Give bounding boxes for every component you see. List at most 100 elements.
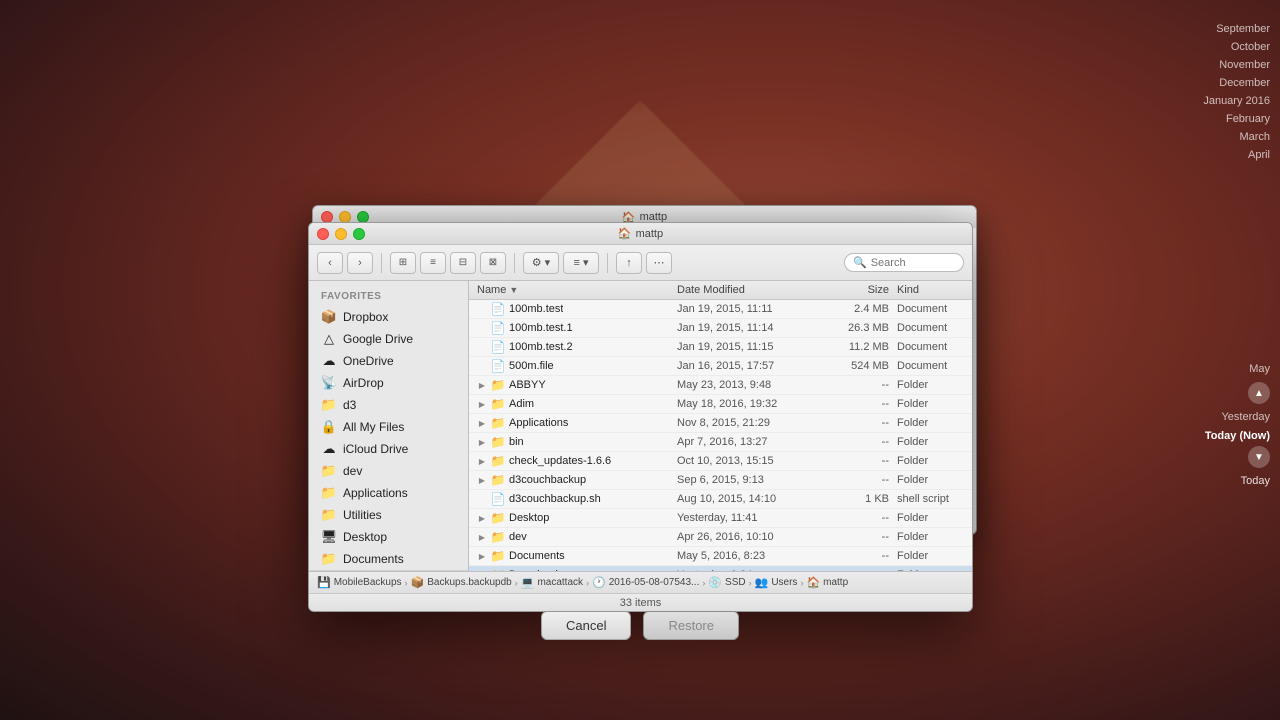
expand-triangle[interactable]: ▶ (477, 570, 487, 571)
path-item[interactable]: 💾MobileBackups (317, 576, 402, 589)
table-row[interactable]: ▶ 📁 Adim May 18, 2016, 19:32 -- Folder (469, 395, 972, 414)
share-button[interactable]: ↑ (616, 252, 642, 274)
expand-triangle[interactable]: ▶ (477, 551, 487, 561)
table-row[interactable]: 📄 100mb.test.2 Jan 19, 2015, 11:15 11.2 … (469, 338, 972, 357)
table-row[interactable]: ▶ 📁 Desktop Yesterday, 11:41 -- Folder (469, 509, 972, 528)
file-name-cell: 📄 500m.file (477, 359, 677, 373)
table-row[interactable]: ▶ 📁 Downloads Yesterday, 9:34 -- Folder (469, 566, 972, 571)
table-row[interactable]: 📄 500m.file Jan 16, 2015, 17:57 524 MB D… (469, 357, 972, 376)
expand-triangle[interactable]: ▶ (477, 456, 487, 466)
path-item[interactable]: 🏠mattp (806, 576, 848, 589)
file-icon: 📁 (491, 568, 505, 571)
path-item[interactable]: 👥Users (755, 576, 798, 589)
sidebar-item-onedrive[interactable]: ☁ OneDrive (309, 350, 468, 372)
file-date: Apr 26, 2016, 10:10 (677, 531, 827, 543)
window-title: 🏠 mattp (618, 227, 663, 240)
file-list[interactable]: Name ▼ Date Modified Size Kind 📄 100mb.t… (469, 281, 972, 571)
month-october: October (1203, 38, 1270, 56)
sidebar-label-utilities: Utilities (343, 508, 382, 522)
google-drive-icon: △ (321, 331, 337, 347)
view-cover-button[interactable]: ⊠ (480, 252, 506, 274)
file-kind: Folder (897, 512, 964, 524)
file-name: dev (509, 531, 527, 543)
forward-button[interactable]: › (347, 252, 373, 274)
nav-down-button[interactable]: ▼ (1248, 446, 1270, 468)
expand-triangle[interactable]: ▶ (477, 532, 487, 542)
file-name-cell: ▶ 📁 bin (477, 435, 677, 449)
restore-button[interactable]: Restore (643, 611, 739, 640)
expand-triangle[interactable]: ▶ (477, 475, 487, 485)
sidebar-item-google-drive[interactable]: △ Google Drive (309, 328, 468, 350)
action-button[interactable]: ⚙ ▾ (523, 252, 559, 274)
arrange-button[interactable]: ≡ ▾ (563, 252, 599, 274)
toolbar-sep-1 (381, 253, 382, 273)
file-date: Apr 7, 2016, 13:27 (677, 436, 827, 448)
file-icon: 📁 (491, 473, 505, 487)
col-header-kind[interactable]: Kind (897, 284, 964, 296)
table-row[interactable]: ▶ 📁 Applications Nov 8, 2015, 21:29 -- F… (469, 414, 972, 433)
table-row[interactable]: 📄 100mb.test Jan 19, 2015, 11:11 2.4 MB … (469, 300, 972, 319)
expand-triangle[interactable]: ▶ (477, 399, 487, 409)
view-column-button[interactable]: ⊟ (450, 252, 476, 274)
sidebar-item-dev[interactable]: 📁 dev (309, 460, 468, 482)
finder-titlebar: 🏠 mattp (309, 223, 972, 245)
tags-button[interactable]: ⋯ (646, 252, 672, 274)
sidebar-item-desktop[interactable]: 🖥 Desktop (309, 526, 468, 548)
file-size: 2.4 MB (827, 303, 897, 315)
expand-triangle[interactable]: ▶ (477, 513, 487, 523)
table-row[interactable]: ▶ 📁 d3couchbackup Sep 6, 2015, 9:13 -- F… (469, 471, 972, 490)
table-row[interactable]: ▶ 📁 check_updates-1.6.6 Oct 10, 2013, 15… (469, 452, 972, 471)
file-size: -- (827, 550, 897, 562)
sidebar-item-downloads[interactable]: ⬇ Downloads (309, 570, 468, 571)
maximize-button[interactable] (353, 228, 365, 240)
expand-triangle[interactable]: ▶ (477, 418, 487, 428)
table-row[interactable]: ▶ 📁 bin Apr 7, 2016, 13:27 -- Folder (469, 433, 972, 452)
desktop-icon: 🖥 (321, 529, 337, 545)
file-name: Desktop (509, 512, 549, 524)
sidebar-item-all-my-files[interactable]: 🔒 All My Files (309, 416, 468, 438)
sidebar-item-airdrop[interactable]: 📡 AirDrop (309, 372, 468, 394)
col-header-size[interactable]: Size (827, 284, 897, 296)
sidebar-label-dropbox: Dropbox (343, 310, 388, 324)
sidebar-item-utilities[interactable]: 📁 Utilities (309, 504, 468, 526)
sidebar-item-dropbox[interactable]: 📦 Dropbox (309, 306, 468, 328)
cancel-button[interactable]: Cancel (541, 611, 631, 640)
path-item[interactable]: 💻macattack (521, 576, 583, 589)
path-item[interactable]: 🕐2016-05-08-07543... (592, 576, 699, 589)
sidebar-item-documents[interactable]: 📁 Documents (309, 548, 468, 570)
view-icon-button[interactable]: ⊞ (390, 252, 416, 274)
col-header-name[interactable]: Name ▼ (477, 284, 677, 296)
sidebar-label-icloud: iCloud Drive (343, 442, 408, 456)
path-item[interactable]: 💿SSD (708, 576, 745, 589)
sidebar-item-applications[interactable]: 📁 Applications (309, 482, 468, 504)
file-kind: Folder (897, 398, 964, 410)
search-icon: 🔍 (853, 256, 867, 269)
file-kind: Folder (897, 531, 964, 543)
sidebar-item-icloud-drive[interactable]: ☁ iCloud Drive (309, 438, 468, 460)
back-button[interactable]: ‹ (317, 252, 343, 274)
table-row[interactable]: ▶ 📁 Documents May 5, 2016, 8:23 -- Folde… (469, 547, 972, 566)
col-header-date[interactable]: Date Modified (677, 284, 827, 296)
sidebar-item-d3[interactable]: 📁 d3 (309, 394, 468, 416)
close-button[interactable] (317, 228, 329, 240)
table-row[interactable]: 📄 d3couchbackup.sh Aug 10, 2015, 14:10 1… (469, 490, 972, 509)
file-date: Yesterday, 9:34 (677, 569, 827, 571)
sidebar-label-applications: Applications (343, 486, 408, 500)
table-row[interactable]: 📄 100mb.test.1 Jan 19, 2015, 11:14 26.3 … (469, 319, 972, 338)
expand-triangle[interactable]: ▶ (477, 437, 487, 447)
may-label: May (1249, 360, 1270, 378)
file-icon: 📄 (491, 340, 505, 354)
path-item[interactable]: 📦Backups.backupdb (411, 576, 512, 589)
file-size: -- (827, 379, 897, 391)
table-row[interactable]: ▶ 📁 ABBYY May 23, 2013, 9:48 -- Folder (469, 376, 972, 395)
file-size: 26.3 MB (827, 322, 897, 334)
minimize-button[interactable] (335, 228, 347, 240)
file-name: d3couchbackup (509, 474, 586, 486)
sidebar-label-documents: Documents (343, 552, 404, 566)
path-label: Backups.backupdb (427, 577, 512, 588)
nav-up-button[interactable]: ▲ (1248, 382, 1270, 404)
expand-triangle[interactable]: ▶ (477, 380, 487, 390)
table-row[interactable]: ▶ 📁 dev Apr 26, 2016, 10:10 -- Folder (469, 528, 972, 547)
search-input[interactable] (871, 257, 961, 269)
view-list-button[interactable]: ≡ (420, 252, 446, 274)
